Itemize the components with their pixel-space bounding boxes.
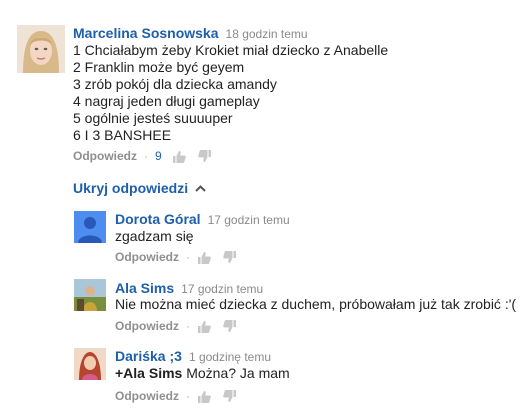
- comment-line: 4 nagraj jeden długi gameplay: [73, 93, 260, 109]
- reply-actions: Odpowiedz ·: [115, 250, 249, 264]
- reply-timestamp[interactable]: 17 godzin temu: [208, 213, 290, 227]
- avatar[interactable]: [74, 348, 106, 380]
- comment-author[interactable]: Marcelina Sosnowska: [73, 25, 219, 41]
- avatar-photo: [74, 279, 106, 311]
- thumb-down-icon[interactable]: [223, 250, 237, 264]
- reply-text: Można? Ja mam: [182, 365, 290, 381]
- reply-actions: Odpowiedz ·: [115, 389, 249, 403]
- hide-replies-label: Ukryj odpowiedzi: [73, 180, 189, 196]
- thumb-up-icon[interactable]: [172, 150, 186, 163]
- avatar[interactable]: [74, 211, 106, 243]
- separator-dot: ·: [186, 319, 190, 333]
- reply-body: zgadzam się: [115, 228, 194, 244]
- reply-author[interactable]: Dorota Góral: [115, 211, 201, 227]
- reply-author[interactable]: Dariśka ;3: [115, 348, 182, 364]
- reply-actions: Odpowiedz ·: [115, 319, 249, 333]
- comment-body: 1 Chciałabym żeby Krokiet miał dziecko z…: [73, 42, 388, 144]
- reply-timestamp[interactable]: 17 godzin temu: [181, 282, 263, 296]
- avatar[interactable]: [74, 279, 106, 311]
- separator-dot: ·: [186, 389, 190, 403]
- hide-replies-toggle[interactable]: Ukryj odpowiedzi: [73, 180, 206, 196]
- thumb-up-icon[interactable]: [197, 390, 211, 403]
- avatar[interactable]: [17, 25, 65, 73]
- mention-link[interactable]: +Ala Sims: [115, 365, 182, 381]
- separator-dot: ·: [186, 250, 190, 264]
- thumb-down-icon[interactable]: [223, 319, 237, 333]
- comment-line: 2 Franklin może być geyem: [73, 59, 245, 75]
- reply-body: +Ala Sims Można? Ja mam: [115, 365, 290, 382]
- top-comment: Marcelina Sosnowska 18 godzin temu 1 Chci…: [0, 0, 531, 175]
- avatar-photo: [17, 25, 65, 73]
- reply-comment: Dorota Góral 17 godzin temu zgadzam się O…: [0, 205, 531, 270]
- reply-comment: Dariśka ;3 1 godzinę temu +Ala Sims Można…: [0, 342, 531, 412]
- reply-button[interactable]: Odpowiedz: [115, 389, 179, 403]
- comment-actions: Odpowiedz · 9: [73, 149, 224, 163]
- reply-comment: Ala Sims 17 godzin temu Nie można mieć dz…: [0, 274, 531, 339]
- thumb-up-icon[interactable]: [197, 251, 211, 264]
- reply-body: Nie można mieć dziecka z duchem, próbowa…: [115, 296, 517, 312]
- comment-line: 3 zrób pokój dla dziecka amandy: [73, 76, 277, 92]
- separator-dot: ·: [144, 149, 148, 163]
- reply-button[interactable]: Odpowiedz: [73, 149, 137, 163]
- comment-timestamp[interactable]: 18 godzin temu: [226, 27, 308, 41]
- default-avatar-icon: [74, 211, 106, 243]
- reply-timestamp[interactable]: 1 godzinę temu: [189, 350, 271, 364]
- thumb-up-icon[interactable]: [197, 320, 211, 333]
- reply-author[interactable]: Ala Sims: [115, 280, 174, 296]
- comment-line: 1 Chciałabym żeby Krokiet miał dziecko z…: [73, 42, 389, 58]
- comment-line: 5 ogólnie jesteś suuuuper: [73, 110, 233, 126]
- comment-line: 6 I 3 BANSHEE: [73, 127, 172, 143]
- avatar-photo: [74, 348, 106, 380]
- chevron-up-icon: [195, 184, 206, 192]
- reply-button[interactable]: Odpowiedz: [115, 250, 179, 264]
- thumb-down-icon[interactable]: [223, 389, 237, 403]
- thumb-down-icon[interactable]: [197, 149, 212, 163]
- reply-button[interactable]: Odpowiedz: [115, 319, 179, 333]
- like-count: 9: [155, 149, 162, 163]
